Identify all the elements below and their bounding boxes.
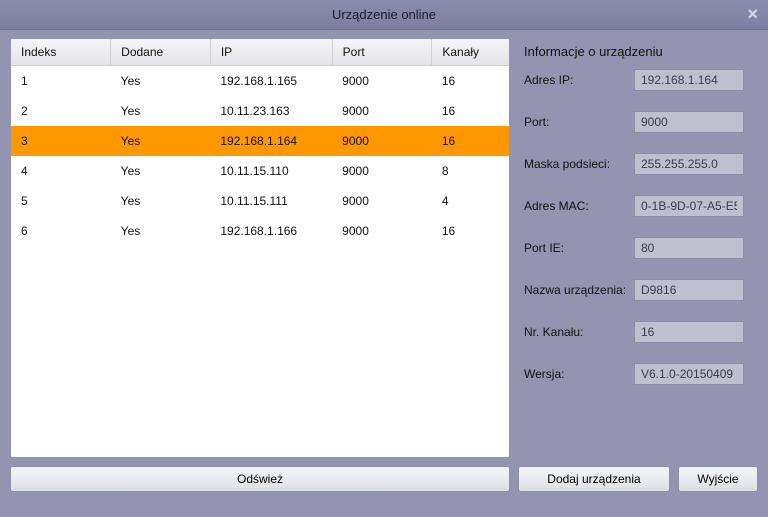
field-ver: Wersja: bbox=[524, 363, 758, 385]
col-ip[interactable]: IP bbox=[210, 39, 332, 66]
cell-index: 2 bbox=[11, 96, 111, 126]
label-chan: Nr. Kanału: bbox=[524, 325, 634, 339]
cell-index: 3 bbox=[11, 126, 111, 156]
input-portie[interactable] bbox=[634, 237, 744, 259]
cell-added: Yes bbox=[111, 96, 211, 126]
table-row[interactable]: 4Yes10.11.15.11090008 bbox=[11, 156, 510, 186]
field-ip: Adres IP: bbox=[524, 69, 758, 91]
label-name: Nazwa urządzenia: bbox=[524, 283, 634, 297]
cell-channels: 16 bbox=[432, 96, 510, 126]
cell-index: 5 bbox=[11, 186, 111, 216]
cell-added: Yes bbox=[111, 156, 211, 186]
label-port: Port: bbox=[524, 115, 634, 129]
input-mask[interactable] bbox=[634, 153, 744, 175]
label-ver: Wersja: bbox=[524, 367, 634, 381]
table-row[interactable]: 3Yes192.168.1.164900016 bbox=[11, 126, 510, 156]
field-chan: Nr. Kanału: bbox=[524, 321, 758, 343]
device-table[interactable]: Indeks Dodane IP Port Kanały 1Yes192.168… bbox=[10, 38, 510, 458]
device-info-panel: Informacje o urządzeniu Adres IP: Port: … bbox=[510, 38, 758, 456]
cell-port: 9000 bbox=[332, 66, 432, 97]
input-ip[interactable] bbox=[634, 69, 744, 91]
cell-port: 9000 bbox=[332, 186, 432, 216]
cell-port: 9000 bbox=[332, 96, 432, 126]
label-mask: Maska podsieci: bbox=[524, 157, 634, 171]
cell-channels: 8 bbox=[432, 156, 510, 186]
input-name[interactable] bbox=[634, 279, 744, 301]
cell-index: 1 bbox=[11, 66, 111, 97]
field-portie: Port IE: bbox=[524, 237, 758, 259]
add-device-button[interactable]: Dodaj urządzenia bbox=[518, 466, 670, 492]
label-mac: Adres MAC: bbox=[524, 199, 634, 213]
cell-channels: 16 bbox=[432, 66, 510, 97]
input-port[interactable] bbox=[634, 111, 744, 133]
cell-added: Yes bbox=[111, 186, 211, 216]
col-added[interactable]: Dodane bbox=[111, 39, 211, 66]
titlebar: Urządzenie online × bbox=[0, 0, 768, 30]
input-ver[interactable] bbox=[634, 363, 744, 385]
cell-added: Yes bbox=[111, 66, 211, 97]
cell-added: Yes bbox=[111, 126, 211, 156]
exit-button[interactable]: Wyjście bbox=[678, 466, 758, 492]
field-mac: Adres MAC: bbox=[524, 195, 758, 217]
label-ip: Adres IP: bbox=[524, 73, 634, 87]
input-mac[interactable] bbox=[634, 195, 744, 217]
cell-ip: 192.168.1.166 bbox=[210, 216, 332, 246]
col-index[interactable]: Indeks bbox=[11, 39, 111, 66]
content: Indeks Dodane IP Port Kanały 1Yes192.168… bbox=[0, 30, 768, 460]
cell-added: Yes bbox=[111, 216, 211, 246]
cell-port: 9000 bbox=[332, 126, 432, 156]
cell-ip: 10.11.23.163 bbox=[210, 96, 332, 126]
field-mask: Maska podsieci: bbox=[524, 153, 758, 175]
cell-channels: 16 bbox=[432, 126, 510, 156]
field-port: Port: bbox=[524, 111, 758, 133]
info-heading: Informacje o urządzeniu bbox=[524, 44, 758, 59]
label-portie: Port IE: bbox=[524, 241, 634, 255]
cell-ip: 192.168.1.165 bbox=[210, 66, 332, 97]
cell-index: 4 bbox=[11, 156, 111, 186]
field-name: Nazwa urządzenia: bbox=[524, 279, 758, 301]
input-chan[interactable] bbox=[634, 321, 744, 343]
cell-channels: 16 bbox=[432, 216, 510, 246]
cell-port: 9000 bbox=[332, 216, 432, 246]
table-header-row: Indeks Dodane IP Port Kanały bbox=[11, 39, 510, 66]
cell-port: 9000 bbox=[332, 156, 432, 186]
col-channels[interactable]: Kanały bbox=[432, 39, 510, 66]
footer: Odśwież Dodaj urządzenia Wyjście bbox=[0, 460, 768, 492]
table-row[interactable]: 6Yes192.168.1.166900016 bbox=[11, 216, 510, 246]
close-icon[interactable]: × bbox=[747, 4, 758, 25]
cell-ip: 10.11.15.110 bbox=[210, 156, 332, 186]
table-row[interactable]: 1Yes192.168.1.165900016 bbox=[11, 66, 510, 97]
refresh-button[interactable]: Odśwież bbox=[10, 466, 510, 492]
table-row[interactable]: 5Yes10.11.15.11190004 bbox=[11, 186, 510, 216]
cell-ip: 192.168.1.164 bbox=[210, 126, 332, 156]
col-port[interactable]: Port bbox=[332, 39, 432, 66]
window-title: Urządzenie online bbox=[332, 7, 436, 22]
cell-channels: 4 bbox=[432, 186, 510, 216]
table-row[interactable]: 2Yes10.11.23.163900016 bbox=[11, 96, 510, 126]
cell-index: 6 bbox=[11, 216, 111, 246]
cell-ip: 10.11.15.111 bbox=[210, 186, 332, 216]
